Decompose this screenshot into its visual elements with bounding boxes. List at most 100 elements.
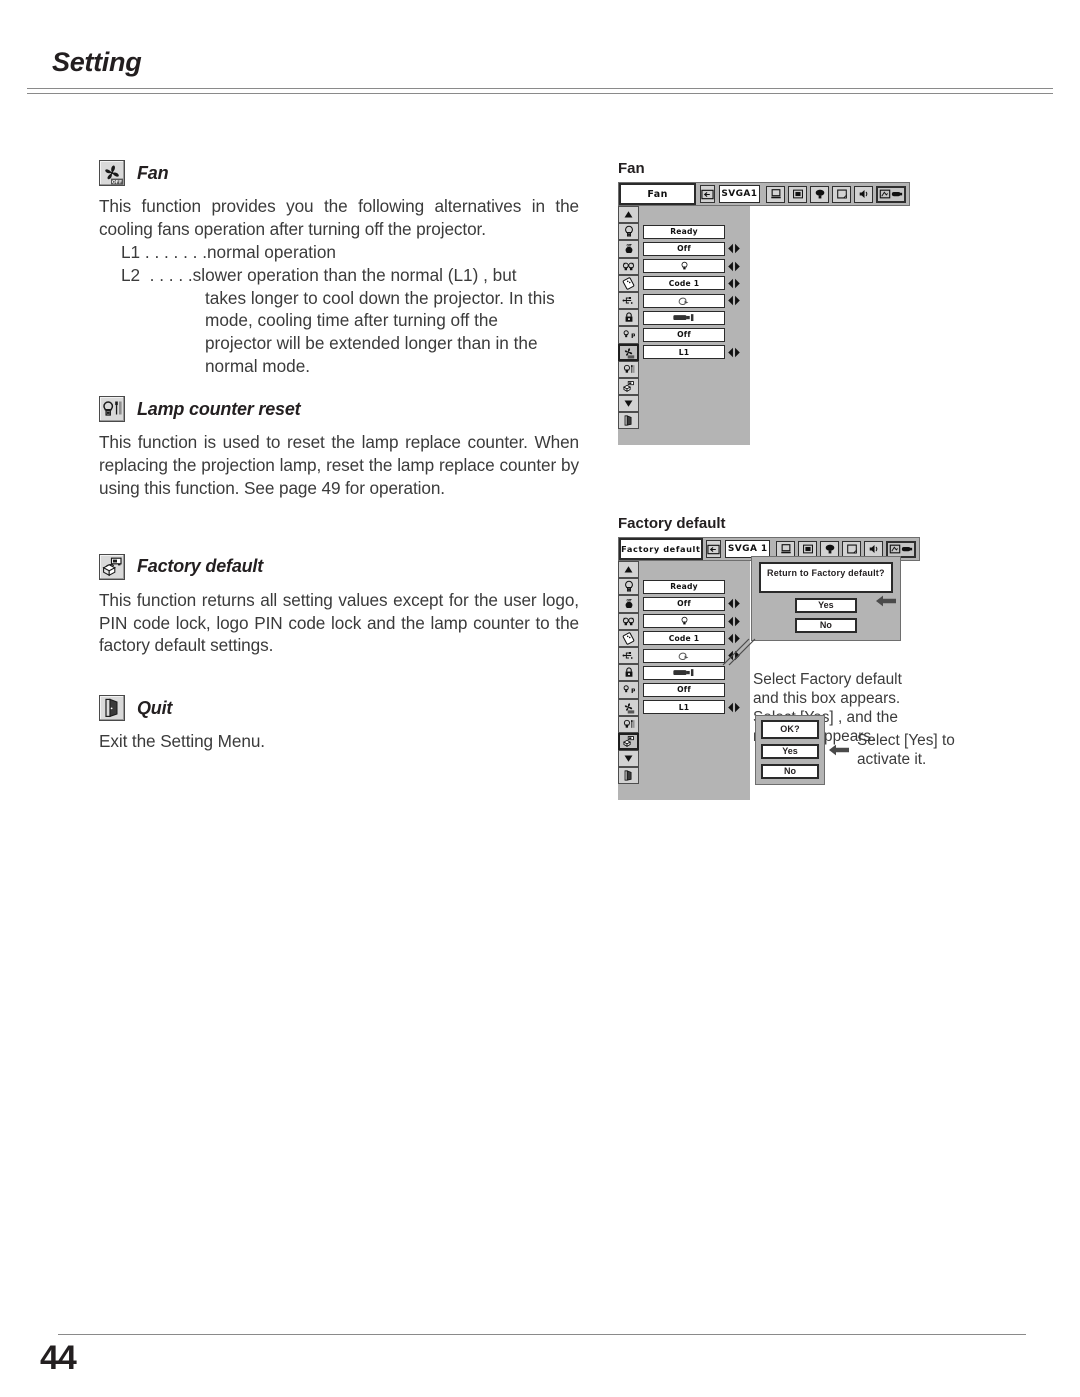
osd-fd-row-power-off[interactable]: Off Off xyxy=(618,595,750,613)
section-factory-default-label: Factory default xyxy=(137,556,264,577)
osd-fan-icon-row xyxy=(763,183,909,205)
section-lamp-counter-reset-heading: Lamp counter reset xyxy=(99,396,579,422)
osd-fan-row-pin-code[interactable]: P Off xyxy=(618,326,750,344)
scroll-up-icon[interactable] xyxy=(618,206,639,224)
image-icon[interactable] xyxy=(842,540,861,558)
osd-fan-row-lock[interactable] xyxy=(618,309,750,327)
usb-icon xyxy=(618,646,639,665)
osd-fd-row-standby[interactable]: Ready xyxy=(618,578,750,596)
footer-divider xyxy=(58,1334,1026,1335)
header-divider xyxy=(27,88,1053,94)
osd-fan-value-fan[interactable]: L1 xyxy=(643,345,725,360)
figure-factory-default: Factory default Factory default SVGA 1 R… xyxy=(618,515,1018,801)
osd-fan-value-power-off[interactable]: Off xyxy=(643,241,725,256)
color-adjust-icon[interactable] xyxy=(820,540,839,558)
osd-fan-value-lamp-mode[interactable] xyxy=(643,259,725,274)
osd-fd-tail-scroll-down[interactable] xyxy=(618,750,750,768)
osd-fd-row-fan[interactable]: L1 xyxy=(618,698,750,716)
osd-fd-row-lamp-mode[interactable] xyxy=(618,612,750,630)
osd-fd-value-remote-code[interactable]: Code 1 xyxy=(643,631,725,646)
confirm-dialog-row: Return to Factory default? Yes No xyxy=(751,556,902,641)
osd-fan-tail-lamp-counter-reset[interactable] xyxy=(618,360,750,378)
osd-fd-tail-factory-default[interactable] xyxy=(618,732,750,751)
section-quit-heading: Quit xyxy=(99,695,579,722)
osd-fan-row-usb[interactable] xyxy=(618,291,750,310)
screen-icon[interactable] xyxy=(798,540,817,558)
power-off-icon: Off xyxy=(618,595,639,613)
osd-fd-bottom-strip xyxy=(618,784,750,801)
sound-icon[interactable] xyxy=(854,185,873,203)
section-fan-paragraph: This function provides you the following… xyxy=(99,196,579,239)
confirm-yes-button[interactable]: Yes xyxy=(794,598,857,613)
osd-fan-adjust-power-off[interactable] xyxy=(727,242,741,255)
osd-fan-value-lock[interactable] xyxy=(643,310,725,325)
right-column: Fan Fan SVGA1 Ready Off Off Code 1 Off L… xyxy=(618,160,1018,801)
sound-icon[interactable] xyxy=(864,540,883,558)
osd-fd-tail-quit[interactable] xyxy=(618,767,750,785)
osd-fd-value-pin-code[interactable]: Off xyxy=(643,682,725,697)
back-arrow-icon[interactable] xyxy=(699,185,715,203)
ok-yes-button[interactable]: Yes xyxy=(761,744,819,759)
osd-fan-row-lamp-mode[interactable] xyxy=(618,257,750,275)
osd-fan-value-standby[interactable]: Ready xyxy=(643,224,725,239)
scroll-down-icon xyxy=(618,395,639,413)
pin-code-icon: P xyxy=(618,681,639,699)
osd-fan-tail-factory-default[interactable] xyxy=(618,377,750,396)
standby-lamp-icon xyxy=(618,578,639,596)
setting-icon[interactable] xyxy=(886,540,916,558)
setting-icon[interactable] xyxy=(876,185,906,203)
osd-fd-value-fan[interactable]: L1 xyxy=(643,700,725,715)
image-icon[interactable] xyxy=(832,185,851,203)
section-fan-label: Fan xyxy=(137,162,169,183)
osd-fan-spacer xyxy=(696,183,699,205)
osd-fan-tail-scroll-down[interactable] xyxy=(618,395,750,413)
osd-fan-adjust-usb[interactable] xyxy=(727,294,741,307)
computer-icon[interactable] xyxy=(776,540,795,558)
osd-fan-adjust-lamp-mode[interactable] xyxy=(727,260,741,273)
osd-fan-title: Fan xyxy=(619,183,697,205)
osd-fan-row-power-off[interactable]: Off Off xyxy=(618,240,750,258)
scroll-up-icon[interactable] xyxy=(618,561,639,579)
osd-fd-value-power-off[interactable]: Off xyxy=(643,596,725,611)
osd-fan-scroll-up-fill xyxy=(639,206,750,224)
back-arrow-icon[interactable] xyxy=(706,540,722,558)
osd-fd-value-standby[interactable]: Ready xyxy=(643,579,725,594)
osd-fan-row-standby[interactable]: Ready xyxy=(618,223,750,241)
osd-fd-adjust-fan[interactable] xyxy=(727,701,741,714)
osd-fd-adjust-power-off[interactable] xyxy=(727,597,741,610)
ok-no-button[interactable]: No xyxy=(761,764,819,779)
ok-dialog: OK? Yes No xyxy=(755,715,825,785)
screen-icon[interactable] xyxy=(788,185,807,203)
osd-fan-value-usb[interactable] xyxy=(643,293,725,308)
osd-fan-row-remote-code[interactable]: Code 1 xyxy=(618,274,750,292)
osd-fan-source[interactable]: SVGA1 xyxy=(718,185,760,203)
fan-mode-l2-key: L2 . . . . . xyxy=(121,264,193,285)
osd-fd-value-lock[interactable] xyxy=(643,665,725,680)
factory-default-ok-group: OK? Yes No Select [Yes] to activate it. xyxy=(755,715,955,785)
confirm-no-button[interactable]: No xyxy=(794,618,857,633)
osd-fd-adjust-lamp-mode[interactable] xyxy=(727,615,741,628)
lamp-counter-reset-icon xyxy=(618,715,639,733)
page-number: 44 xyxy=(40,1339,77,1377)
osd-fd-title: Factory default xyxy=(619,538,703,560)
osd-fan-row-fan[interactable]: L1 xyxy=(618,343,750,361)
osd-fd-row-pin-code[interactable]: P Off xyxy=(618,681,750,699)
osd-fan-value-remote-code[interactable]: Code 1 xyxy=(643,276,725,291)
factory-default-icon xyxy=(618,377,639,396)
osd-fan-adjust-fan[interactable] xyxy=(727,346,741,359)
osd-fd-tail-lamp-counter-reset[interactable] xyxy=(618,715,750,733)
quit-door-icon xyxy=(618,767,639,785)
osd-fan-tail-blank-4 xyxy=(643,413,725,428)
osd-fd-value-lamp-mode[interactable] xyxy=(643,614,725,629)
osd-fan-tail-blank-3 xyxy=(643,396,725,411)
osd-fd-value-usb[interactable] xyxy=(643,648,725,663)
arrow-left-icon xyxy=(828,742,850,763)
computer-icon[interactable] xyxy=(766,185,785,203)
svg-text:OFF: OFF xyxy=(112,179,122,185)
osd-fan-adjust-remote-code[interactable] xyxy=(727,277,741,290)
osd-fan-value-pin-code[interactable]: Off xyxy=(643,327,725,342)
arrow-left-icon xyxy=(875,593,897,614)
color-adjust-icon[interactable] xyxy=(810,185,829,203)
osd-fan-tail-quit[interactable] xyxy=(618,412,750,430)
